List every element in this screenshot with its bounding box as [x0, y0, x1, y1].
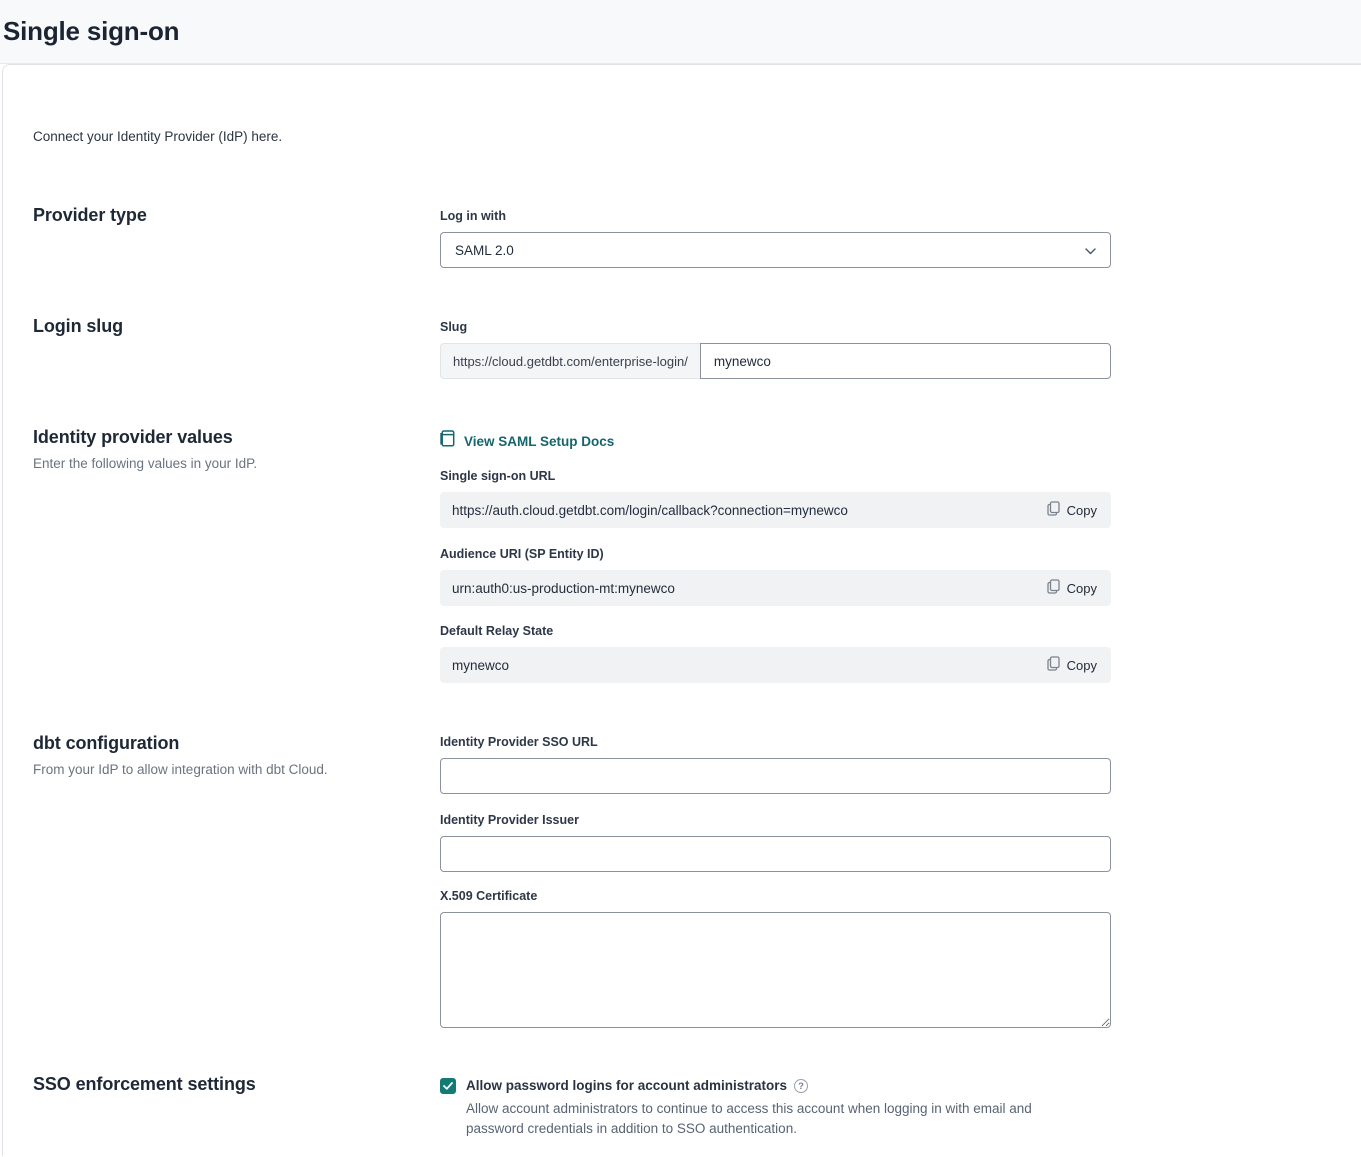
copy-button-label: Copy [1067, 581, 1097, 596]
copy-button-label: Copy [1067, 658, 1097, 673]
page-title: Single sign-on [3, 16, 179, 47]
audience-uri-copy-button[interactable]: Copy [1045, 579, 1099, 597]
copy-pages-icon [1047, 656, 1060, 674]
journal-document-icon [440, 430, 455, 452]
login-slug-heading: Login slug [33, 316, 440, 337]
idp-values-subtitle: Enter the following values in your IdP. [33, 455, 440, 473]
sso-url-copy-button[interactable]: Copy [1045, 501, 1099, 519]
idp-sso-url-label: Identity Provider SSO URL [440, 735, 1111, 750]
section-login-slug: Login slug Slug https://cloud.getdbt.com… [33, 314, 1361, 379]
slug-label: Slug [440, 320, 1111, 335]
question-circle-icon[interactable]: ? [794, 1079, 808, 1093]
provider-type-select[interactable]: SAML 2.0 [440, 232, 1111, 268]
sso-enforcement-heading: SSO enforcement settings [33, 1074, 440, 1095]
slug-input[interactable] [700, 343, 1111, 379]
relay-state-group: Default Relay State mynewco Copy [440, 624, 1111, 683]
allow-password-logins-description: Allow account administrators to continue… [466, 1099, 1091, 1139]
log-in-with-label: Log in with [440, 209, 1111, 224]
relay-state-value-row: mynewco Copy [440, 647, 1111, 683]
section-idp-values: Identity provider values Enter the follo… [33, 425, 1361, 683]
idp-issuer-input[interactable] [440, 836, 1111, 872]
sso-url-value-row: https://auth.cloud.getdbt.com/login/call… [440, 492, 1111, 528]
idp-issuer-label: Identity Provider Issuer [440, 813, 1111, 828]
provider-type-selected-value: SAML 2.0 [455, 243, 514, 258]
intro-text: Connect your Identity Provider (IdP) her… [33, 65, 1361, 147]
idp-sso-url-input[interactable] [440, 758, 1111, 794]
section-sso-enforcement: SSO enforcement settings Allow password … [33, 1072, 1361, 1139]
sso-url-label: Single sign-on URL [440, 469, 1111, 484]
allow-password-logins-row: Allow password logins for account admini… [440, 1072, 1111, 1139]
slug-input-group: https://cloud.getdbt.com/enterprise-logi… [440, 343, 1111, 379]
slug-url-prefix: https://cloud.getdbt.com/enterprise-logi… [440, 343, 700, 379]
x509-certificate-input[interactable] [440, 912, 1111, 1028]
audience-uri-value: urn:auth0:us-production-mt:mynewco [452, 581, 675, 596]
copy-button-label: Copy [1067, 503, 1097, 518]
sso-url-group: Single sign-on URL https://auth.cloud.ge… [440, 469, 1111, 528]
x509-certificate-label: X.509 Certificate [440, 889, 1111, 904]
copy-pages-icon [1047, 579, 1060, 597]
settings-card: Connect your Identity Provider (IdP) her… [2, 64, 1361, 1156]
docs-link-text: View SAML Setup Docs [464, 434, 614, 449]
audience-uri-label: Audience URI (SP Entity ID) [440, 547, 1111, 562]
allow-password-logins-checkbox[interactable] [440, 1078, 456, 1094]
chevron-down-icon [1085, 243, 1096, 258]
checkmark-icon [443, 1082, 453, 1090]
relay-state-label: Default Relay State [440, 624, 1111, 639]
copy-pages-icon [1047, 501, 1060, 519]
x509-certificate-group: X.509 Certificate [440, 889, 1111, 1028]
dbt-configuration-subtitle: From your IdP to allow integration with … [33, 761, 440, 779]
provider-type-heading: Provider type [33, 205, 440, 226]
view-saml-setup-docs-link[interactable]: View SAML Setup Docs [440, 425, 614, 452]
audience-uri-group: Audience URI (SP Entity ID) urn:auth0:us… [440, 547, 1111, 606]
allow-password-logins-label: Allow password logins for account admini… [466, 1077, 787, 1095]
dbt-configuration-heading: dbt configuration [33, 733, 440, 754]
audience-uri-value-row: urn:auth0:us-production-mt:mynewco Copy [440, 570, 1111, 606]
relay-state-copy-button[interactable]: Copy [1045, 656, 1099, 674]
page-header: Single sign-on [0, 0, 1361, 64]
idp-sso-url-group: Identity Provider SSO URL [440, 735, 1111, 794]
sso-url-value: https://auth.cloud.getdbt.com/login/call… [452, 503, 848, 518]
idp-values-heading: Identity provider values [33, 427, 440, 448]
idp-issuer-group: Identity Provider Issuer [440, 813, 1111, 872]
section-provider-type: Provider type Log in with SAML 2.0 [33, 203, 1361, 268]
section-dbt-configuration: dbt configuration From your IdP to allow… [33, 729, 1361, 1028]
relay-state-value: mynewco [452, 658, 509, 673]
